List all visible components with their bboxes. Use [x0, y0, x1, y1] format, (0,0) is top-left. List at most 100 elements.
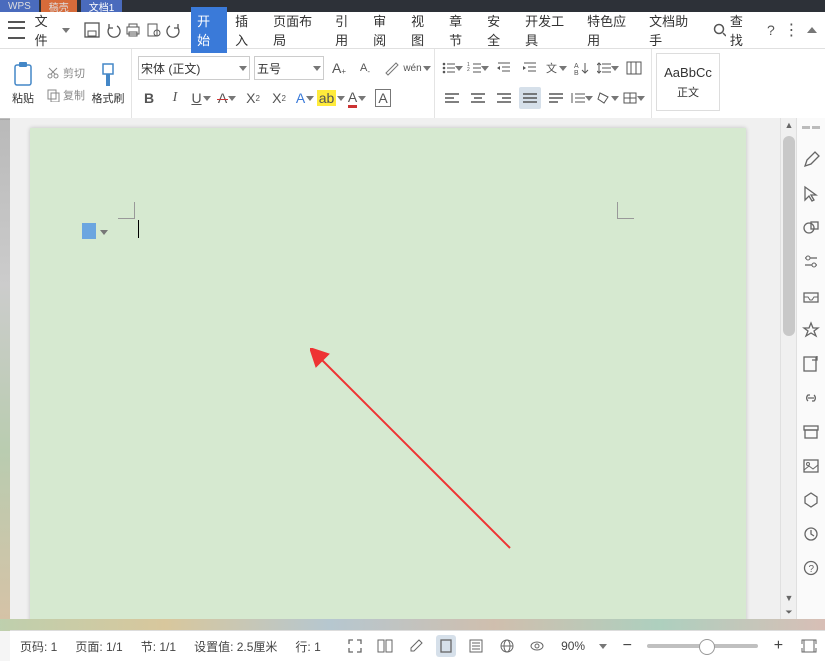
underline-button[interactable]: U	[190, 87, 212, 109]
zoom-in-button[interactable]: +	[768, 635, 788, 657]
menu-helper[interactable]: 文档助手	[643, 7, 703, 53]
menu-chapter[interactable]: 章节	[443, 7, 479, 53]
history-icon[interactable]	[801, 524, 821, 544]
collapse-ribbon-icon[interactable]	[803, 20, 821, 40]
text-effects-button[interactable]: A	[294, 87, 316, 109]
cut-button[interactable]: 剪切	[44, 64, 87, 82]
search-button[interactable]: 查找	[707, 9, 760, 51]
cursor-icon[interactable]	[801, 184, 821, 204]
status-section[interactable]: 节: 1/1	[137, 638, 180, 655]
char-shading-button[interactable]: A	[372, 87, 394, 109]
print-preview-icon[interactable]	[145, 20, 163, 40]
align-justify-button[interactable]	[519, 87, 541, 109]
clear-format-button[interactable]	[380, 57, 402, 79]
document-area[interactable]	[10, 118, 780, 619]
sort-button[interactable]: AB	[571, 57, 593, 79]
settings-icon[interactable]	[801, 252, 821, 272]
zoom-knob[interactable]	[699, 639, 715, 655]
highlight-button[interactable]: ab	[320, 87, 342, 109]
star-icon[interactable]	[801, 320, 821, 340]
chevron-down-icon[interactable]	[100, 230, 108, 235]
view-web-button[interactable]	[496, 635, 516, 657]
italic-button[interactable]: I	[164, 87, 186, 109]
help-circle-icon[interactable]: ?	[801, 558, 821, 578]
help-icon[interactable]: ?	[762, 20, 780, 40]
align-distribute-button[interactable]	[545, 87, 567, 109]
more-icon[interactable]: ⋮	[782, 20, 800, 40]
undo-icon[interactable]	[104, 20, 122, 40]
menu-special[interactable]: 特色应用	[581, 7, 641, 53]
line-spacing-button[interactable]	[597, 57, 619, 79]
decrease-indent-button[interactable]	[493, 57, 515, 79]
view-edit-button[interactable]	[405, 635, 425, 657]
menu-view[interactable]: 视图	[405, 7, 441, 53]
chevron-down-icon[interactable]	[599, 644, 607, 649]
bold-button[interactable]: B	[138, 87, 160, 109]
hamburger-icon[interactable]	[8, 21, 25, 39]
shape-icon[interactable]	[801, 218, 821, 238]
superscript-button[interactable]: X2	[242, 87, 264, 109]
increase-indent-button[interactable]	[519, 57, 541, 79]
status-pagecode[interactable]: 页码: 1	[16, 638, 61, 655]
shrink-font-button[interactable]: A-	[354, 57, 376, 79]
shading-button[interactable]	[597, 87, 619, 109]
section-icon[interactable]	[82, 223, 96, 239]
tab-document[interactable]: 文档1	[81, 0, 123, 12]
align-left-button[interactable]	[441, 87, 463, 109]
view-read-button[interactable]	[375, 635, 395, 657]
scroll-down-icon[interactable]: ▼	[781, 591, 797, 605]
file-menu[interactable]: 文件	[31, 9, 74, 51]
zoom-slider[interactable]	[647, 644, 758, 648]
zoom-out-button[interactable]: −	[617, 635, 637, 657]
menu-review[interactable]: 审阅	[367, 7, 403, 53]
bullet-list-button[interactable]	[441, 57, 463, 79]
scroll-up-icon[interactable]: ▲	[781, 118, 797, 132]
fit-page-button[interactable]	[799, 635, 819, 657]
scroll-down-double-icon[interactable]: ⏷	[781, 605, 797, 619]
view-outline-button[interactable]	[466, 635, 486, 657]
status-setval[interactable]: 设置值: 2.5厘米	[190, 638, 281, 655]
image-icon[interactable]	[801, 456, 821, 476]
strikethrough-button[interactable]: A	[216, 87, 238, 109]
columns-button[interactable]	[623, 57, 645, 79]
copy-button[interactable]: 复制	[44, 86, 87, 104]
subscript-button[interactable]: X2	[268, 87, 290, 109]
inbox-icon[interactable]	[801, 286, 821, 306]
paste-button[interactable]: 粘贴	[6, 53, 40, 115]
status-page[interactable]: 页面: 1/1	[71, 638, 126, 655]
phonetic-button[interactable]: wén	[406, 57, 428, 79]
style-normal[interactable]: AaBbCc 正文	[656, 53, 720, 111]
font-color-button[interactable]: A	[346, 87, 368, 109]
hexagon-icon[interactable]	[801, 490, 821, 510]
paragraph-spacing-button[interactable]	[571, 87, 593, 109]
view-page-button[interactable]	[436, 635, 456, 657]
menu-start[interactable]: 开始	[191, 7, 227, 53]
align-center-button[interactable]	[467, 87, 489, 109]
font-size-select[interactable]: 五号	[254, 56, 324, 80]
archive-icon[interactable]	[801, 422, 821, 442]
align-right-button[interactable]	[493, 87, 515, 109]
menu-devtools[interactable]: 开发工具	[519, 7, 579, 53]
format-painter-button[interactable]: 格式刷	[91, 53, 125, 115]
scroll-thumb[interactable]	[783, 136, 795, 336]
view-fullscreen-button[interactable]	[345, 635, 365, 657]
save-icon[interactable]	[83, 20, 101, 40]
zoom-value[interactable]: 90%	[557, 639, 589, 653]
pencil-icon[interactable]	[801, 150, 821, 170]
text-direction-button[interactable]: 文	[545, 57, 567, 79]
font-name-select[interactable]: 宋体 (正文)	[138, 56, 250, 80]
redo-icon[interactable]	[165, 20, 183, 40]
menu-reference[interactable]: 引用	[329, 7, 365, 53]
grow-font-button[interactable]: A+	[328, 57, 350, 79]
vertical-scrollbar[interactable]: ▲ ▼ ⏷	[780, 118, 797, 619]
numbered-list-button[interactable]: 12	[467, 57, 489, 79]
menu-pagelayout[interactable]: 页面布局	[267, 7, 327, 53]
view-eye-button[interactable]	[527, 635, 547, 657]
print-icon[interactable]	[124, 20, 142, 40]
status-row[interactable]: 行: 1	[291, 638, 324, 655]
menu-security[interactable]: 安全	[481, 7, 517, 53]
borders-button[interactable]	[623, 87, 645, 109]
link-icon[interactable]	[801, 388, 821, 408]
side-handle[interactable]	[797, 126, 825, 136]
page[interactable]	[30, 128, 746, 619]
